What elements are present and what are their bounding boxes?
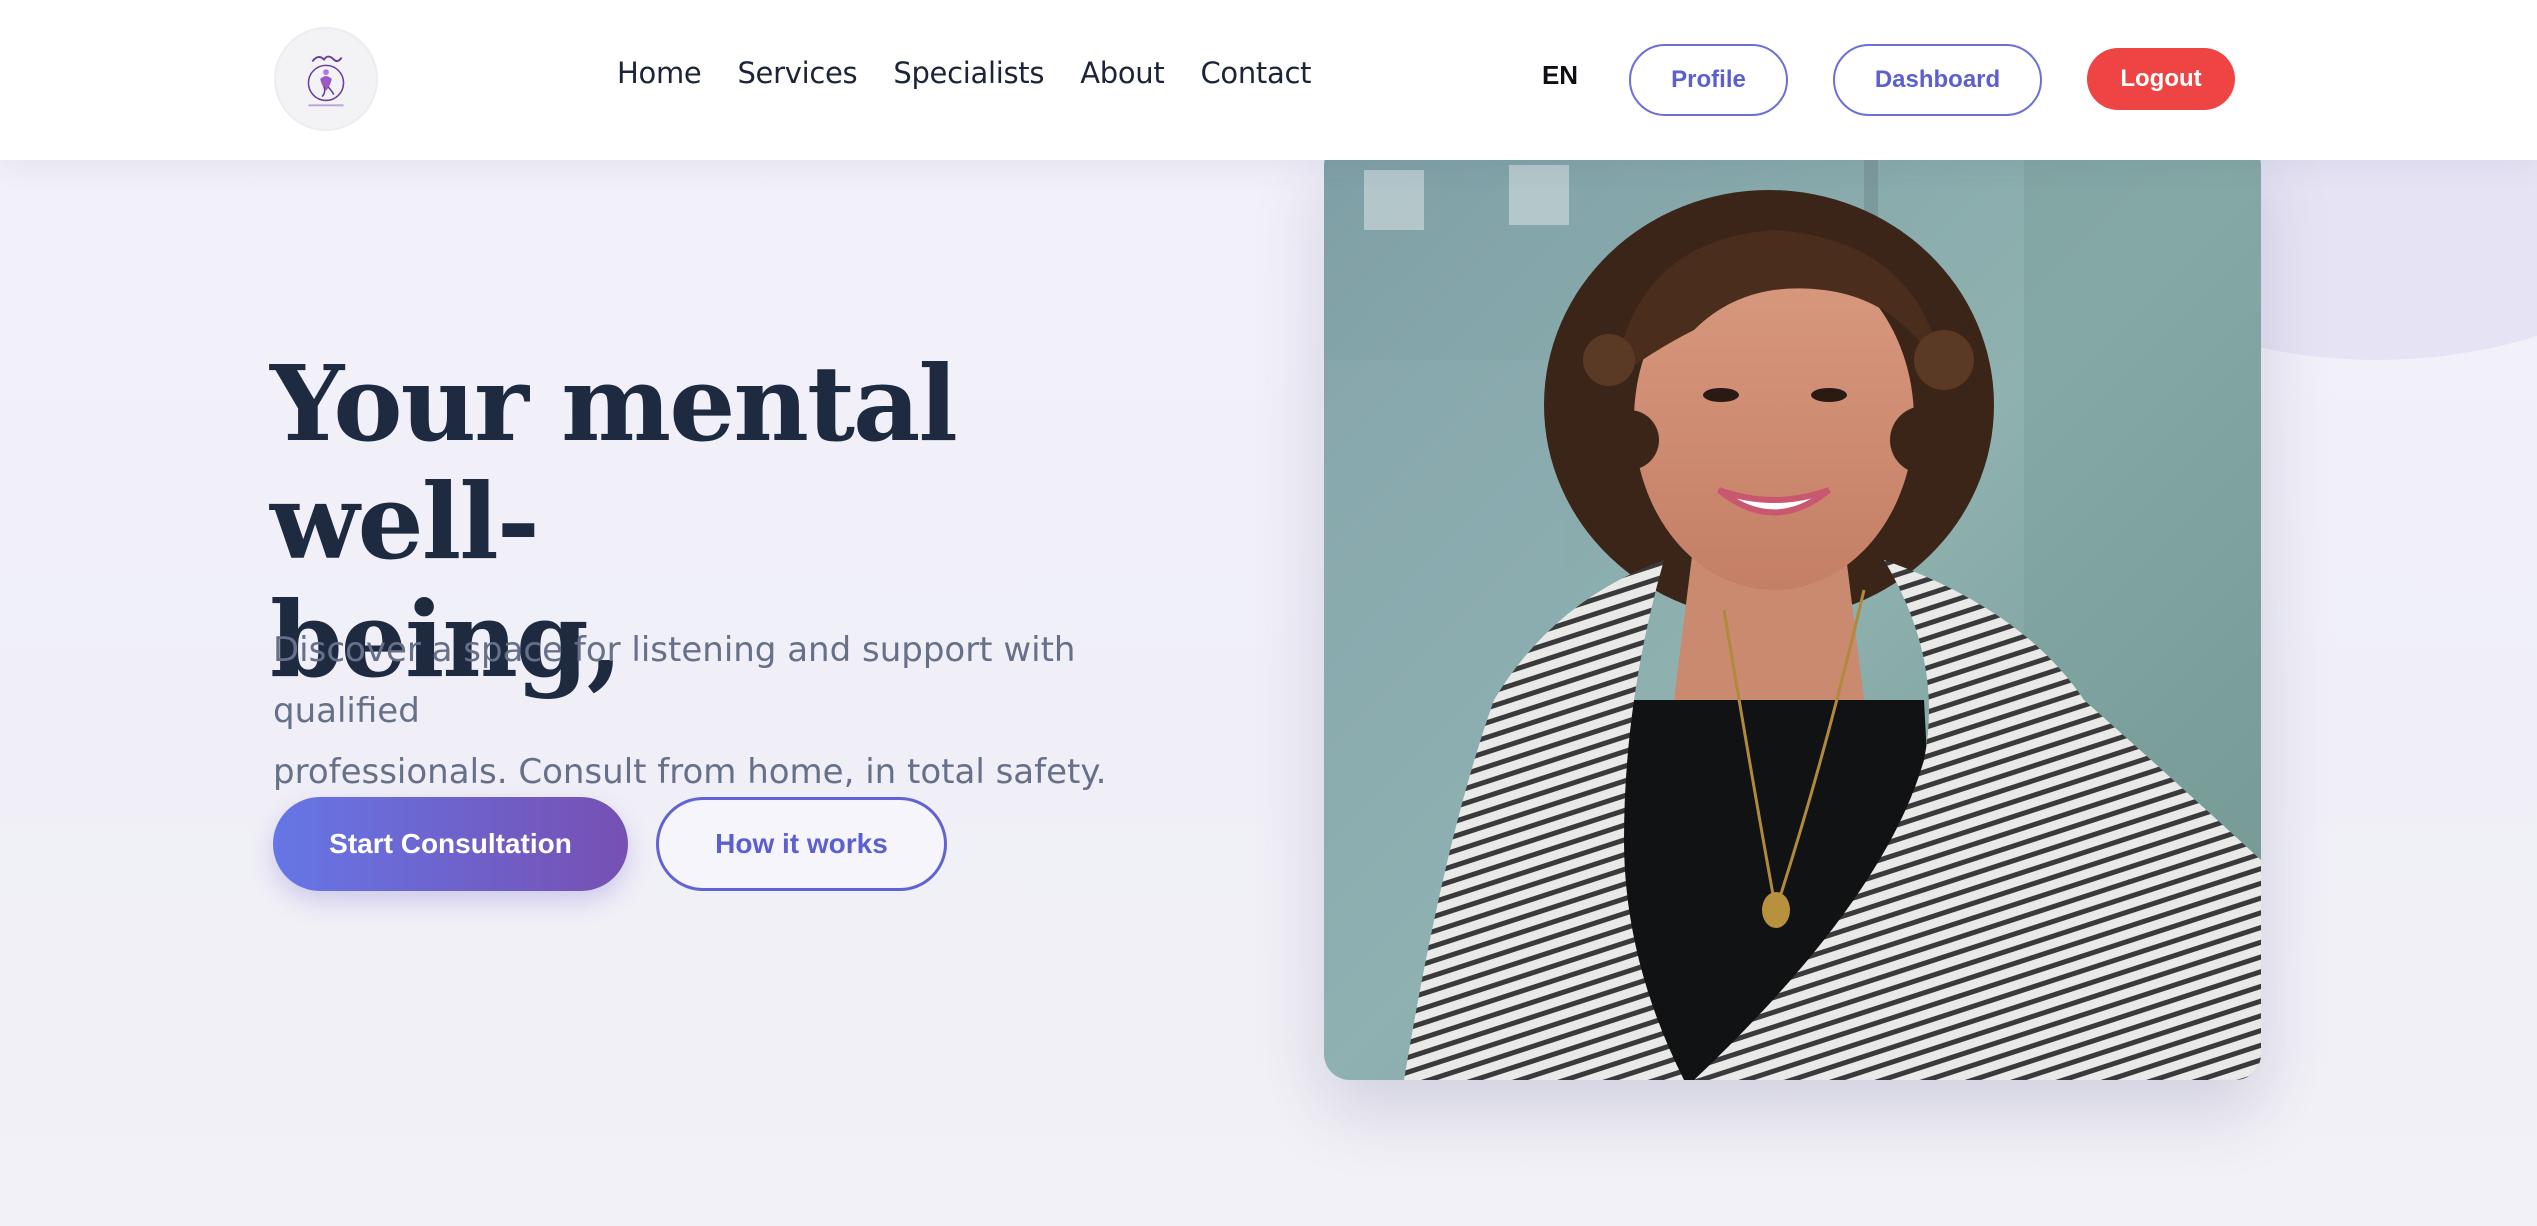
nav-home[interactable]: Home xyxy=(617,56,702,90)
how-it-works-button[interactable]: How it works xyxy=(656,797,947,891)
site-header: Home Services Specialists About Contact … xyxy=(0,0,2537,160)
profile-button[interactable]: Profile xyxy=(1629,44,1788,116)
hero-title-line-1: Your mental well- xyxy=(270,342,958,583)
main-navigation: Home Services Specialists About Contact xyxy=(617,56,1311,90)
logo-emblem xyxy=(307,55,345,107)
nav-specialists[interactable]: Specialists xyxy=(893,56,1044,90)
hero-subtitle-line-2: professionals. Consult from home, in tot… xyxy=(273,752,1107,792)
language-switcher[interactable]: EN xyxy=(1530,60,1590,91)
nav-about[interactable]: About xyxy=(1080,56,1165,90)
hero-subtitle-line-1: Discover a space for listening and suppo… xyxy=(273,630,1076,731)
nav-contact[interactable]: Contact xyxy=(1200,56,1311,90)
brand-logo-icon[interactable] xyxy=(274,27,378,131)
nav-services[interactable]: Services xyxy=(737,56,857,90)
hero-photo xyxy=(1324,140,2261,1080)
hero-subtitle: Discover a space for listening and suppo… xyxy=(273,620,1213,803)
dashboard-button[interactable]: Dashboard xyxy=(1833,44,2042,116)
page: Home Services Specialists About Contact … xyxy=(0,0,2537,1226)
start-consultation-button[interactable]: Start Consultation xyxy=(273,797,628,891)
logout-button[interactable]: Logout xyxy=(2087,48,2235,110)
therapist-portrait-image xyxy=(1324,140,2261,1080)
